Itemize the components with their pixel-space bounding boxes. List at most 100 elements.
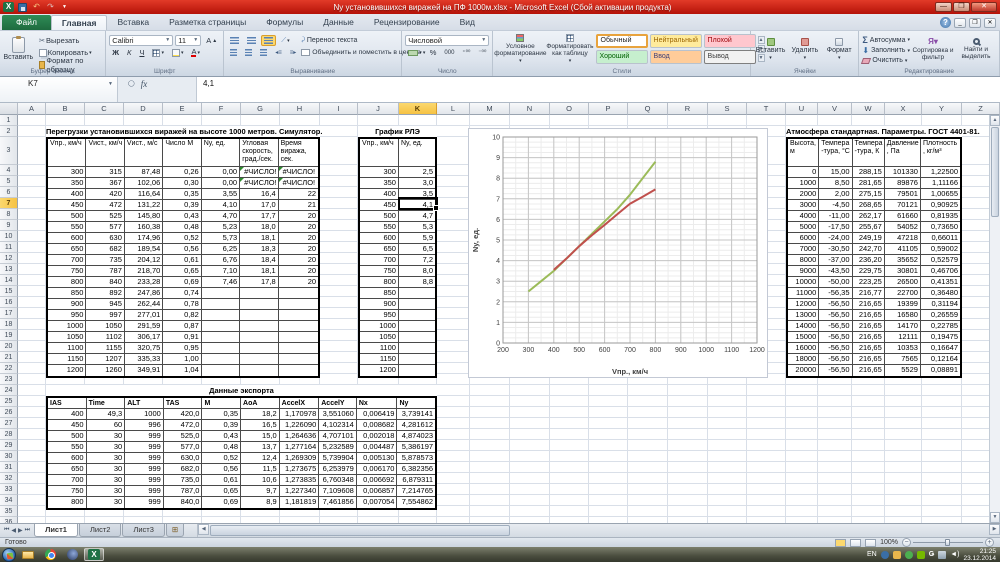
turns-cell[interactable]: #ЧИСЛО! [278,178,318,189]
selected-cell-K7[interactable] [398,197,439,211]
tray-icon-folder[interactable] [892,550,901,559]
export-cell[interactable]: 30 [86,475,126,486]
atmosphere-cell[interactable]: 0,16647 [920,343,960,354]
accounting-format-button[interactable]: ▾ [405,47,425,58]
column-header-O[interactable]: O [550,103,589,115]
zoom-slider[interactable]: − + [902,538,994,547]
atmosphere-cell[interactable]: 5529 [885,365,921,376]
row-header-25[interactable]: 25 [0,396,18,407]
bold-button[interactable]: Ж [109,47,122,58]
atmosphere-cell[interactable]: 70121 [884,200,921,211]
rle-cell[interactable]: 550 [360,222,399,233]
export-cell[interactable]: 0,39 [202,420,242,431]
export-cell[interactable]: 49,3 [86,409,126,420]
export-cell[interactable]: 1,273675 [279,464,320,475]
turns-cell[interactable]: 420 [86,189,125,200]
turns-cell[interactable]: 20 [278,277,319,288]
turns-cell[interactable] [278,343,319,354]
percent-button[interactable]: % [427,47,440,58]
row-header-24[interactable]: 24 [0,385,18,396]
excel-app-icon[interactable]: X [3,2,14,12]
turns-cell[interactable]: 20 [278,255,319,266]
atmosphere-cell[interactable]: 1000 [788,178,820,189]
export-cell[interactable]: 999 [125,453,164,464]
export-cell[interactable]: 700 [48,475,87,486]
ny-vs-speed-chart[interactable]: 200 300 400 500 600 700 800 900 1000 1100 1200 0 1 2 3… [468,128,768,378]
atmosphere-cell[interactable]: 0,26559 [920,310,960,321]
turns-cell[interactable]: 700 [48,255,87,266]
export-cell[interactable]: 7,109608 [319,486,357,497]
atmosphere-cell[interactable]: -56,50 [819,310,853,321]
atmosphere-cell[interactable]: 216,65 [853,365,885,376]
export-cell[interactable]: 7,214765 [397,486,436,497]
turns-cell[interactable] [240,288,279,299]
export-cell[interactable]: 0,008682 [356,420,398,431]
turns-cell[interactable]: 189,54 [124,244,164,255]
export-cell[interactable]: 0,43 [202,431,242,442]
column-header-K[interactable]: K [399,103,437,115]
name-box-dropdown[interactable]: ▼ [104,77,117,87]
format-cells-button[interactable]: Формат ▾ [823,33,855,65]
atmosphere-cell[interactable]: -37,00 [819,255,853,266]
turns-cell[interactable]: 20 [278,222,319,233]
ribbon-tab-вставка[interactable]: Вставка [107,15,159,30]
export-cell[interactable]: 5,232589 [319,442,357,453]
export-cell[interactable]: 7,461856 [319,497,357,508]
atmosphere-cell[interactable]: 1,22500 [920,167,960,178]
atmosphere-cell[interactable]: 4000 [788,211,820,222]
export-cell[interactable]: 30 [86,453,126,464]
turns-cell[interactable]: 3,55 [201,189,241,200]
column-header-Y[interactable]: Y [922,103,962,115]
cell-style-хороший[interactable]: Хороший [595,50,648,64]
tray-icon-g[interactable]: Ǥ [929,551,934,558]
rle-cell[interactable]: 5,9 [398,233,435,244]
fill-color-button[interactable]: ▾ [169,47,187,58]
atmosphere-cell[interactable]: 216,65 [852,321,885,332]
decrease-decimal-button[interactable]: ⁻⁰⁰ [475,47,489,58]
turns-cell[interactable]: 1200 [48,365,87,376]
turns-cell[interactable]: 577 [86,222,125,233]
rle-cell[interactable]: 1050 [360,332,399,343]
tray-icon-green[interactable] [904,550,913,559]
group-label-number[interactable]: Число [402,68,492,75]
rle-cell[interactable]: 8,0 [398,266,435,277]
export-cell[interactable]: 472,0 [163,420,203,431]
atmosphere-cell[interactable]: 216,65 [852,343,885,354]
column-header-C[interactable]: C [85,103,124,115]
atmosphere-cell[interactable]: 0,31194 [920,299,960,310]
turns-cell[interactable]: 0,26 [163,167,202,178]
cut-button[interactable]: ✂ Вырезать [36,35,103,46]
export-cell[interactable]: 999 [125,497,164,508]
column-header-A[interactable]: A [18,103,46,115]
sort-filter-button[interactable]: Я▾ Сортировка и фильтр [912,33,954,65]
atmosphere-cell[interactable]: -43,50 [819,266,853,277]
taskbar-daemon-button[interactable] [62,548,82,561]
cell-style-плохой[interactable]: Плохой [703,34,756,48]
atmosphere-cell[interactable]: 12111 [884,332,921,343]
row-header-4[interactable]: 4 [0,165,18,176]
turns-cell[interactable]: 18,1 [240,266,279,277]
turns-cell[interactable]: 550 [48,222,87,233]
export-cell[interactable]: 13,7 [241,442,280,453]
export-cell[interactable]: 1,181819 [280,497,320,508]
cell-style-обычный[interactable]: Обычный [595,34,648,48]
atmosphere-cell[interactable]: 0,08891 [921,365,960,376]
atmosphere-cell[interactable]: 0,90925 [920,200,960,211]
qat-customize-button[interactable]: ▼ [59,2,70,12]
turns-cell[interactable]: 247,86 [124,288,164,299]
atmosphere-cell[interactable]: -56,50 [819,365,853,376]
network-icon[interactable] [938,550,947,559]
row-header-18[interactable]: 18 [0,319,18,330]
export-cell[interactable]: 1,227340 [279,486,320,497]
rle-cell[interactable]: 300 [360,167,399,178]
export-cell[interactable]: 7,554862 [397,497,435,508]
fill-button[interactable]: ⬇ Заполнить ▾ [862,46,910,55]
volume-icon[interactable]: ◄) [950,551,959,558]
export-cell[interactable]: 8,9 [241,497,280,508]
save-button[interactable] [17,2,28,12]
row-header-20[interactable]: 20 [0,341,18,352]
paste-button[interactable]: Вставить [3,33,34,65]
turns-cell[interactable]: 0,78 [163,299,202,310]
atmosphere-cell[interactable]: -56,50 [819,332,853,343]
export-cell[interactable]: 0,56 [202,464,242,475]
